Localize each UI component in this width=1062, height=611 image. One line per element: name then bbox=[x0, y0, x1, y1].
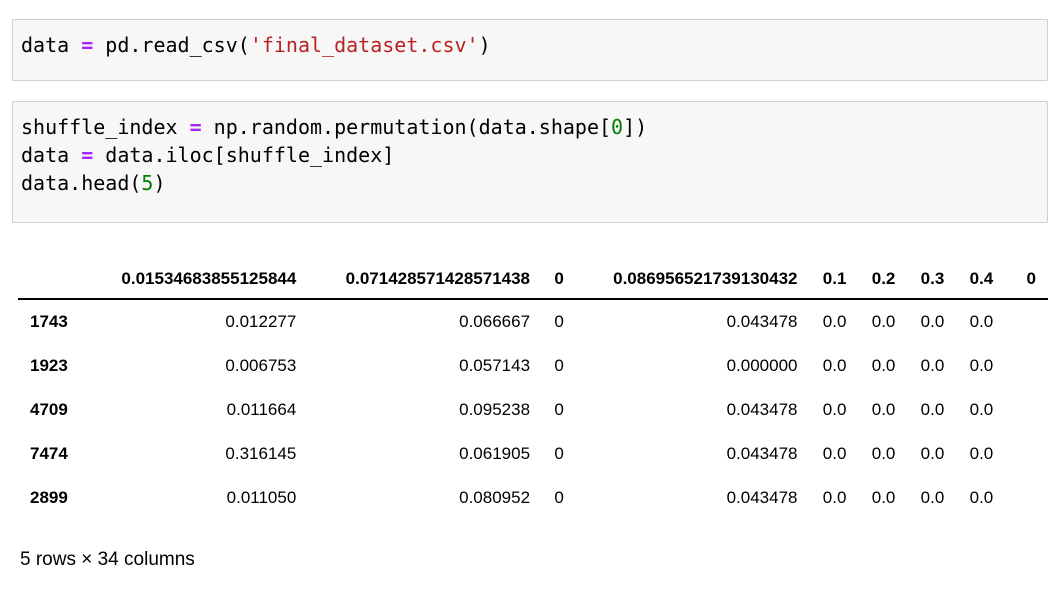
table-cell: 0.000000 bbox=[726, 356, 798, 375]
code-token: = bbox=[81, 33, 94, 57]
table-cell: 0.0 bbox=[969, 312, 994, 331]
table-cell: 0.0 bbox=[920, 400, 945, 419]
table-cell: 0 bbox=[554, 400, 564, 419]
code-token: ) bbox=[153, 171, 166, 195]
table-cell: 0.0 bbox=[920, 312, 945, 331]
table-cell: 0.0 bbox=[871, 356, 896, 375]
code-token: = bbox=[189, 115, 202, 139]
table-cell: 0 bbox=[554, 312, 564, 331]
code-editor-1[interactable]: data = pd.read_csv('final_dataset.csv') bbox=[13, 20, 1047, 59]
table-cell: 0.043478 bbox=[726, 488, 798, 507]
row-index: 1743 bbox=[30, 312, 68, 331]
code-token: 5 bbox=[141, 171, 154, 195]
column-header: 0.071428571428571438 bbox=[345, 269, 531, 288]
table-cell: 0.0 bbox=[969, 488, 994, 507]
index-header bbox=[18, 262, 94, 299]
table-cell: 0.316145 bbox=[225, 444, 297, 463]
table-cell: 0.0 bbox=[969, 444, 994, 463]
table-cell: 0.0 bbox=[969, 356, 994, 375]
table-row: 2899 0.011050 0.080952 0 0.043478 0.0 0.0 0.0 0.… bbox=[18, 476, 1048, 520]
code-token: ]) bbox=[623, 115, 648, 139]
table-cell: 0.0 bbox=[822, 400, 847, 419]
table-cell: 0.0 bbox=[871, 400, 896, 419]
code-token: np.random.permutation(data.shape[ bbox=[201, 115, 612, 139]
table-cell: 0.0 bbox=[920, 356, 945, 375]
column-header: 0 bbox=[554, 269, 564, 288]
column-header: 0.2 bbox=[871, 269, 896, 288]
table-cell: 0.0 bbox=[822, 356, 847, 375]
table-header-row: 0.01534683855125844 0.071428571428571438… bbox=[18, 262, 1048, 299]
table-cell: 0.0 bbox=[822, 444, 847, 463]
table-cell: 0.057143 bbox=[459, 356, 531, 375]
code-token: shuffle_index bbox=[21, 115, 190, 139]
code-token: pd.read_csv( bbox=[93, 33, 250, 57]
table-row: 1923 0.006753 0.057143 0 0.000000 0.0 0.0 0.0 0.… bbox=[18, 344, 1048, 388]
table-cell: 0.012277 bbox=[225, 312, 297, 331]
table-cell: 0.0 bbox=[871, 444, 896, 463]
table-cell: 0.011050 bbox=[226, 488, 297, 507]
code-token: ) bbox=[478, 33, 491, 57]
table-cell: 0.006753 bbox=[225, 356, 297, 375]
row-index: 7474 bbox=[30, 444, 68, 463]
table-cell: 0.0 bbox=[871, 312, 896, 331]
table-row: 1743 0.012277 0.066667 0 0.043478 0.0 0.0 0.0 0.… bbox=[18, 299, 1048, 344]
column-header: 0 bbox=[1026, 269, 1036, 288]
table-row: 4709 0.011664 0.095238 0 0.043478 0.0 0.0 0.0 0.… bbox=[18, 388, 1048, 432]
code-token: data.iloc[shuffle_index] bbox=[93, 143, 395, 167]
code-cell-shuffle[interactable]: shuffle_index = np.random.permutation(da… bbox=[12, 101, 1048, 223]
code-cell-read-csv[interactable]: data = pd.read_csv('final_dataset.csv') bbox=[12, 19, 1048, 81]
column-header: 0.086956521739130432 bbox=[613, 269, 798, 288]
row-index: 2899 bbox=[30, 488, 68, 507]
table-row: 7474 0.316145 0.061905 0 0.043478 0.0 0.0 0.0 0.… bbox=[18, 432, 1048, 476]
code-token: data.head( bbox=[21, 171, 142, 195]
code-editor-2[interactable]: shuffle_index = np.random.permutation(da… bbox=[13, 102, 1047, 197]
table-cell: 0.0 bbox=[969, 400, 994, 419]
table-cell: 0.066667 bbox=[459, 312, 531, 331]
table-cell: 0.095238 bbox=[459, 400, 531, 419]
code-token: = bbox=[81, 143, 94, 167]
table-cell: 0.0 bbox=[920, 444, 945, 463]
code-token: 'final_dataset.csv' bbox=[249, 33, 479, 57]
table-cell: 0 bbox=[554, 488, 564, 507]
table-cell: 0.080952 bbox=[459, 488, 531, 507]
column-header: 0.1 bbox=[822, 269, 847, 288]
column-header: 0.4 bbox=[969, 269, 994, 288]
table-cell: 0.0 bbox=[920, 488, 945, 507]
table-cell: 0.0 bbox=[822, 312, 847, 331]
table-cell: 0.0 bbox=[871, 488, 896, 507]
column-header: 0.01534683855125844 bbox=[121, 269, 297, 288]
row-index: 4709 bbox=[30, 400, 68, 419]
table-cell: 0.061905 bbox=[459, 444, 531, 463]
table-cell: 0.043478 bbox=[726, 444, 798, 463]
table-cell: 0.043478 bbox=[726, 312, 798, 331]
row-index: 1923 bbox=[30, 356, 68, 375]
column-header: 0.3 bbox=[920, 269, 945, 288]
table-cell: 0 bbox=[554, 356, 564, 375]
table-cell: 0.011664 bbox=[226, 400, 297, 419]
dataframe-table: 0.01534683855125844 0.071428571428571438… bbox=[18, 262, 1048, 520]
table-cell: 0.043478 bbox=[726, 400, 798, 419]
code-token: 0 bbox=[611, 115, 624, 139]
table-cell: 0 bbox=[554, 444, 564, 463]
code-token: data bbox=[21, 143, 82, 167]
dataframe-output: 0.01534683855125844 0.071428571428571438… bbox=[18, 262, 1048, 520]
dataframe-shape-summary: 5 rows × 34 columns bbox=[20, 549, 195, 570]
table-cell: 0.0 bbox=[822, 488, 847, 507]
code-token: data bbox=[21, 33, 82, 57]
